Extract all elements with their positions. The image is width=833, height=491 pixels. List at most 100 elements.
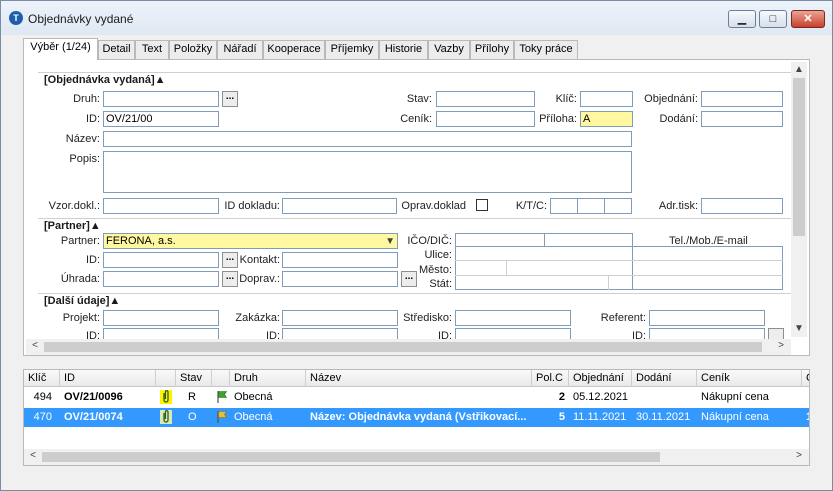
table-row-selected[interactable]: 470 OV/21/0074 O Obecná Název: Objednávk… xyxy=(24,408,809,427)
vzor-doklad-field[interactable] xyxy=(103,198,219,214)
contact-grid[interactable] xyxy=(632,246,783,290)
cell-klic: 494 xyxy=(33,391,52,403)
tab-vazby[interactable]: Vazby xyxy=(428,40,470,59)
col-dodani[interactable]: Dodání xyxy=(632,370,697,387)
zakazka-id-label: ID: xyxy=(265,330,280,339)
partner-id-label: ID: xyxy=(85,254,100,266)
tab-vyber[interactable]: Výběr (1/24) xyxy=(23,38,98,60)
kontakt-field[interactable] xyxy=(282,252,398,268)
stredisko-id-field[interactable] xyxy=(455,328,571,339)
scroll-down-arrow[interactable]: ▼ xyxy=(791,323,807,334)
tab-historie[interactable]: Historie xyxy=(379,40,428,59)
tab-polozky[interactable]: Položky xyxy=(169,40,217,59)
col-priloha[interactable] xyxy=(156,370,176,387)
col-klic[interactable]: Klíč xyxy=(24,370,60,387)
cell-cenik: Nákupní cena xyxy=(701,411,769,423)
referent-field[interactable] xyxy=(649,310,765,326)
k-field[interactable] xyxy=(550,198,578,214)
col-flag[interactable] xyxy=(212,370,230,387)
doprav-label: Doprav.: xyxy=(239,273,280,285)
chevron-down-icon[interactable]: ▼ xyxy=(385,235,395,248)
minimize-button[interactable]: ▁ xyxy=(728,10,756,28)
form-horizontal-scrollbar[interactable]: < > xyxy=(26,339,791,355)
stredisko-label: Středisko: xyxy=(403,312,452,324)
maximize-button[interactable]: □ xyxy=(759,10,787,28)
scrollbar-thumb[interactable] xyxy=(42,452,660,462)
clipped-row: ID: ID: ID: ID: xyxy=(24,326,790,339)
druh-field[interactable] xyxy=(103,91,219,107)
scrollbar-thumb[interactable] xyxy=(44,342,762,352)
cell-priloha xyxy=(156,388,176,407)
section-other-header[interactable]: [Další údaje]▲ xyxy=(44,295,120,307)
referent-id-lookup-button[interactable] xyxy=(768,328,784,339)
tab-detail[interactable]: Detail xyxy=(98,40,135,59)
nazev-label: Název: xyxy=(65,133,100,145)
scroll-right-arrow[interactable]: > xyxy=(775,340,787,351)
t-field[interactable] xyxy=(577,198,605,214)
col-more[interactable]: C xyxy=(802,370,809,387)
section-partner-header[interactable]: [Partner]▲ xyxy=(44,220,101,232)
tab-naradi[interactable]: Nářadí xyxy=(217,40,263,59)
tab-prijemky[interactable]: Příjemky xyxy=(325,40,379,59)
col-stav[interactable]: Stav xyxy=(176,370,212,387)
contact-grid-line xyxy=(632,260,783,261)
doprav-lookup-button[interactable]: ... xyxy=(401,271,417,287)
tab-kooperace[interactable]: Kooperace xyxy=(263,40,325,59)
col-polc[interactable]: Pol.C xyxy=(532,370,569,387)
stav-field[interactable] xyxy=(436,91,535,107)
uhrada-field[interactable] xyxy=(103,271,219,287)
address-grid[interactable] xyxy=(455,246,633,290)
referent-label: Referent: xyxy=(600,312,646,324)
tab-text[interactable]: Text xyxy=(135,40,169,59)
oprav-doklad-checkbox[interactable] xyxy=(476,199,488,211)
uhrada-label: Úhrada: xyxy=(60,273,100,285)
id-field[interactable]: OV/21/00 xyxy=(103,111,219,127)
druh-lookup-button[interactable]: ... xyxy=(222,91,238,107)
grid-horizontal-scrollbar[interactable]: < > xyxy=(24,449,809,465)
c-field[interactable] xyxy=(604,198,632,214)
col-druh[interactable]: Druh xyxy=(230,370,306,387)
table-row[interactable]: 494 OV/21/0096 R Obecná 2 05.12.2021 Nák… xyxy=(24,388,809,407)
scrollbar-thumb[interactable] xyxy=(793,78,805,236)
id-dokladu-label: ID dokladu: xyxy=(224,200,280,212)
form-vertical-scrollbar[interactable]: ▲ ▼ xyxy=(791,62,807,337)
objednani-field[interactable] xyxy=(701,91,783,107)
col-id[interactable]: ID xyxy=(60,370,156,387)
adr-tisk-field[interactable] xyxy=(701,198,783,214)
scroll-left-arrow[interactable]: < xyxy=(29,340,41,351)
adr-tisk-label: Adr.tisk: xyxy=(658,200,698,212)
cell-druh: Obecná xyxy=(234,391,273,403)
col-nazev[interactable]: Název xyxy=(306,370,532,387)
stredisko-field[interactable] xyxy=(455,310,571,326)
tab-prilohy[interactable]: Přílohy xyxy=(470,40,514,59)
priloha-label: Příloha: xyxy=(539,113,577,125)
doprav-field[interactable] xyxy=(282,271,398,287)
dodani-field[interactable] xyxy=(701,111,783,127)
zakazka-field[interactable] xyxy=(282,310,398,326)
paperclip-icon xyxy=(160,410,172,424)
referent-id-field[interactable] xyxy=(649,328,765,339)
stredisko-id-label: ID: xyxy=(437,330,452,339)
popis-field[interactable] xyxy=(103,151,632,193)
nazev-field[interactable] xyxy=(103,131,632,147)
section-divider xyxy=(38,293,791,294)
tab-toky-prace[interactable]: Toky práce xyxy=(514,40,578,59)
projekt-id-field[interactable] xyxy=(103,328,219,339)
priloha-field[interactable]: A xyxy=(580,111,633,127)
projekt-field[interactable] xyxy=(103,310,219,326)
scroll-up-arrow[interactable]: ▲ xyxy=(791,64,807,75)
col-cenik[interactable]: Ceník xyxy=(697,370,802,387)
title-bar[interactable]: T Objednávky vydané ▁ □ ✕ xyxy=(1,1,832,35)
zakazka-id-field[interactable] xyxy=(282,328,398,339)
scroll-right-arrow[interactable]: > xyxy=(793,450,805,461)
partner-select[interactable]: FERONA, a.s. ▼ xyxy=(103,233,398,249)
partner-id-field[interactable] xyxy=(103,252,219,268)
address-grid-line xyxy=(506,261,507,275)
section-order-header[interactable]: [Objednávka vydaná]▲ xyxy=(44,74,166,86)
klic-field[interactable] xyxy=(580,91,633,107)
close-button[interactable]: ✕ xyxy=(791,10,825,28)
id-dokladu-field[interactable] xyxy=(282,198,397,214)
scroll-left-arrow[interactable]: < xyxy=(27,450,39,461)
cenik-field[interactable] xyxy=(436,111,535,127)
col-objednani[interactable]: Objednání xyxy=(569,370,632,387)
